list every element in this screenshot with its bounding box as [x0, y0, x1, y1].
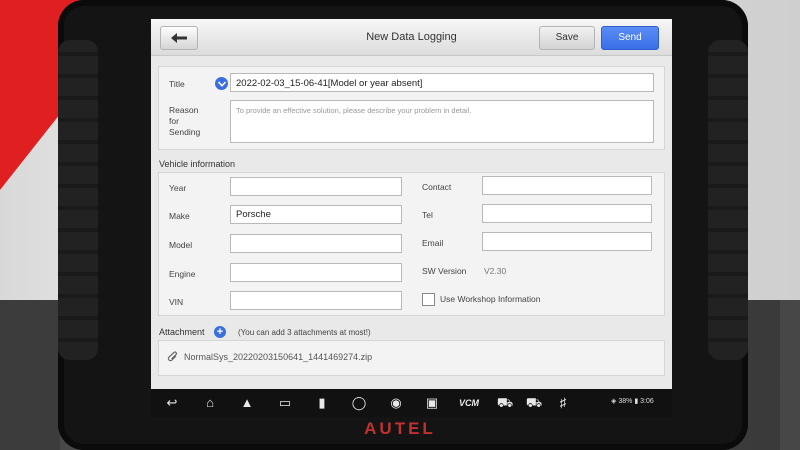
split-screen-icon[interactable]: ▮ — [313, 394, 331, 412]
attachment-file-name[interactable]: NormalSys_20220203150641_1441469274.zip — [184, 352, 372, 362]
use-workshop-label: Use Workshop Information — [440, 294, 541, 304]
screen-record-icon[interactable]: ▣ — [423, 394, 441, 412]
brand-logo: AUTEL — [364, 419, 436, 438]
engine-input[interactable] — [230, 263, 402, 282]
autel-home-icon[interactable]: ▲ — [238, 394, 256, 412]
attachment-hint: (You can add 3 attachments at most!) — [238, 328, 371, 337]
attachment-heading: Attachment — [159, 327, 205, 337]
title-label: Title — [169, 79, 185, 89]
back-arrow-icon — [171, 33, 187, 43]
make-label: Make — [169, 211, 190, 221]
car-icon[interactable]: ⛟ — [496, 394, 514, 412]
android-nav-bar: ↩ ⌂ ▲ ▭ ▮ ◯ ◉ ▣ VCM ⛟ ⛟ ♯ ◈ 38% ▮ 3:06 — [151, 389, 672, 417]
recent-apps-icon[interactable]: ▭ — [276, 394, 294, 412]
screen: New Data Logging Save Send Title 2022-02… — [151, 19, 672, 417]
device-grip-left — [58, 40, 98, 360]
vin-label: VIN — [169, 297, 184, 307]
year-label: Year — [169, 183, 187, 193]
contact-input[interactable] — [482, 176, 652, 195]
camera-icon[interactable]: ◉ — [387, 394, 405, 412]
send-button[interactable]: Send — [601, 26, 659, 50]
title-input[interactable]: 2022-02-03_15-06-41[Model or year absent… — [230, 73, 654, 92]
reason-placeholder: To provide an effective solution, please… — [236, 106, 472, 115]
vin-input[interactable] — [230, 291, 402, 310]
save-button[interactable]: Save — [539, 26, 595, 50]
make-input[interactable]: Porsche — [230, 205, 402, 224]
model-input[interactable] — [230, 234, 402, 253]
tel-input[interactable] — [482, 204, 652, 223]
title-dropdown-button[interactable] — [215, 77, 228, 90]
email-label: Email — [422, 238, 444, 248]
contact-label: Contact — [422, 182, 452, 192]
title-bar: New Data Logging Save Send — [151, 19, 672, 56]
browser-icon[interactable]: ◯ — [350, 394, 368, 412]
reason-label-line-1: Reason — [169, 105, 199, 115]
model-label: Model — [169, 240, 193, 250]
car-diagnostics-icon[interactable]: ⛟ — [525, 394, 543, 412]
paperclip-icon — [167, 351, 177, 362]
status-bar: ◈ 38% ▮ 3:06 — [611, 397, 654, 405]
back-button[interactable] — [160, 26, 198, 50]
remote-support-icon[interactable]: ♯ — [554, 394, 572, 412]
reason-label-line-2: for — [169, 116, 179, 126]
sw-version-label: SW Version — [422, 266, 467, 276]
wifi-icon: ◈ — [611, 398, 617, 405]
back-nav-icon[interactable]: ↩ — [163, 394, 181, 412]
chevron-down-icon — [217, 80, 226, 87]
device-grip-right — [708, 40, 748, 360]
engine-label: Engine — [169, 269, 196, 279]
battery-icon: ▮ — [634, 398, 639, 405]
email-input[interactable] — [482, 232, 652, 251]
reason-textarea[interactable]: To provide an effective solution, please… — [230, 100, 654, 143]
reason-label-line-3: Sending — [169, 127, 201, 137]
clock: 3:06 — [640, 398, 654, 405]
vehicle-information-heading: Vehicle information — [159, 159, 236, 169]
sw-version-value: V2.30 — [484, 266, 507, 276]
tel-label: Tel — [422, 210, 433, 220]
vcm-icon[interactable]: VCM — [456, 394, 482, 412]
home-icon[interactable]: ⌂ — [201, 394, 219, 412]
use-workshop-checkbox[interactable] — [422, 293, 435, 306]
year-input[interactable] — [230, 177, 402, 196]
battery-level: 38% — [618, 398, 633, 405]
add-attachment-button[interactable]: + — [214, 326, 226, 338]
